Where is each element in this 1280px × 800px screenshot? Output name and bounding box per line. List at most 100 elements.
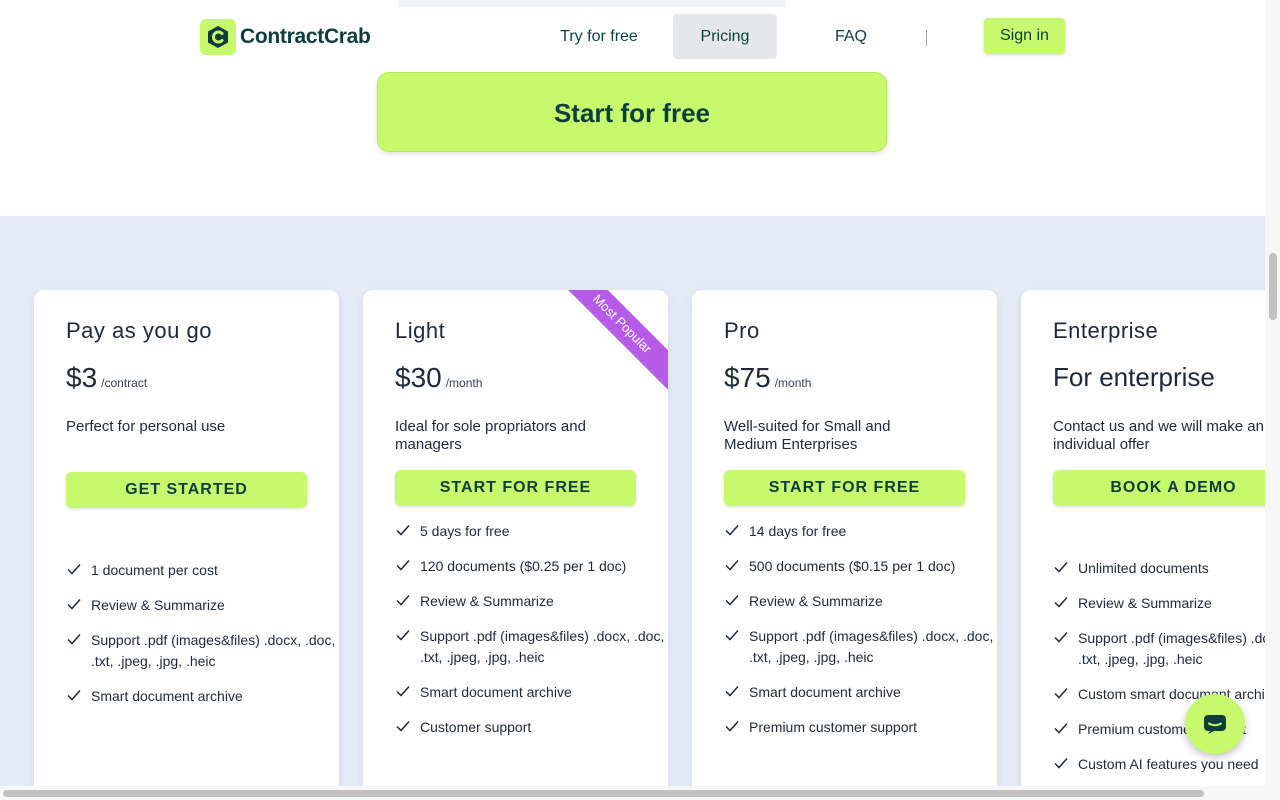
check-icon [396,595,410,606]
price-amount: For enterprise [1053,362,1215,392]
nav-try-for-free[interactable]: Try for free [549,14,649,59]
check-icon [396,630,410,641]
nav-divider [926,30,927,46]
check-icon [396,525,410,536]
list-item: Support .pdf (images&files) .docx, .doc,… [66,630,336,672]
list-item: Review & Summarize [395,591,665,612]
vertical-scrollbar[interactable] [1265,0,1280,786]
list-item: Support .pdf (images&files) .docx, .doc,… [395,626,665,668]
check-icon [1054,562,1068,573]
sign-in-button[interactable]: Sign in [984,18,1065,54]
feature-text: Customer support [420,719,532,735]
list-item: 1 document per cost [66,560,336,581]
feature-text: Review & Summarize [1078,595,1212,611]
start-for-free-light-button[interactable]: START FOR FREE [395,470,636,506]
logo-text: ContractCrab [240,25,371,48]
feature-text: Unlimited documents [1078,560,1209,576]
check-icon [725,721,739,732]
navbar: ContractCrab Try for free Pricing FAQ Si… [0,8,1265,66]
list-item: Support .pdf (images&files) .docx, .doc,… [724,626,994,668]
plan-card-pro: Pro $75 /month Well-suited for Small and… [692,290,997,800]
check-icon [396,560,410,571]
feature-text: 5 days for free [420,523,510,539]
check-icon [725,560,739,571]
price-unit: /month [774,376,812,390]
horizontal-scroll-thumb[interactable] [3,790,1204,797]
plan-price: $75 /month [724,362,811,394]
list-item: 120 documents ($0.25 per 1 doc) [395,556,665,577]
check-icon [725,686,739,697]
plan-features: 1 document per cost Review & Summarize S… [66,560,336,721]
feature-text: Review & Summarize [91,597,225,613]
list-item: Support .pdf (images&files) .docx, .doc,… [1053,628,1265,670]
check-icon [67,564,81,575]
check-icon [67,599,81,610]
start-for-free-button[interactable]: Start for free [377,72,887,152]
plan-card-light: Most Popular Light $30 /month Ideal for … [363,290,668,800]
top-pill [398,0,786,7]
book-a-demo-button[interactable]: BOOK A DEMO [1053,470,1265,506]
price-amount: $3 [66,362,98,393]
check-icon [1054,688,1068,699]
price-unit: /month [445,376,483,390]
plan-description: Contact us and we will make an individua… [1053,418,1264,453]
start-for-free-pro-button[interactable]: START FOR FREE [724,470,965,506]
feature-text: Support .pdf (images&files) .docx, .doc,… [749,628,994,665]
feature-text: 1 document per cost [91,562,218,578]
list-item: Review & Summarize [724,591,994,612]
plan-features: 5 days for free 120 documents ($0.25 per… [395,521,665,752]
check-icon [1054,597,1068,608]
get-started-button[interactable]: GET STARTED [66,472,307,508]
feature-text: Custom AI features you need [1078,756,1259,772]
plan-description: Ideal for sole propriators and managers [395,418,586,453]
plan-features: 14 days for free 500 documents ($0.15 pe… [724,521,994,752]
plan-price: For enterprise [1053,362,1215,393]
check-icon [1054,723,1068,734]
feature-text: Smart document archive [91,688,243,704]
list-item: Unlimited documents [1053,558,1265,579]
plan-price: $30 /month [395,362,482,394]
feature-text: 500 documents ($0.15 per 1 doc) [749,558,956,574]
feature-text: Support .pdf (images&files) .docx, .doc,… [1078,630,1265,667]
check-icon [396,721,410,732]
chat-button[interactable] [1185,694,1245,754]
feature-text: Custom smart document archive [1078,686,1265,702]
plan-description: Perfect for personal use [66,418,226,435]
plan-name: Pro [724,318,760,343]
plan-name: Enterprise [1053,318,1159,343]
feature-text: 120 documents ($0.25 per 1 doc) [420,558,627,574]
most-popular-ribbon: Most Popular [548,290,668,398]
feature-text: 14 days for free [749,523,847,539]
check-icon [725,595,739,606]
logo-mark-icon [200,19,236,55]
list-item: 500 documents ($0.15 per 1 doc) [724,556,994,577]
list-item: 14 days for free [724,521,994,542]
list-item: Smart document archive [66,686,336,707]
feature-text: Smart document archive [749,684,901,700]
price-amount: $30 [395,362,442,393]
check-icon [67,690,81,701]
check-icon [725,630,739,641]
feature-text: Support .pdf (images&files) .docx, .doc,… [91,632,336,669]
list-item: Smart document archive [395,682,665,703]
feature-text: Premium customer support [749,719,918,735]
horizontal-scrollbar[interactable] [0,786,1280,800]
check-icon [67,634,81,645]
list-item: Premium customer support [724,717,994,738]
plan-price: $3 /contract [66,362,147,394]
nav-pricing[interactable]: Pricing [673,14,777,59]
plan-description: Well-suited for Small and Medium Enterpr… [724,418,891,453]
chat-icon [1204,715,1226,734]
list-item: Smart document archive [724,682,994,703]
plan-card-pay-as-you-go: Pay as you go $3 /contract Perfect for p… [34,290,339,800]
price-unit: /contract [101,376,148,390]
vertical-scroll-thumb[interactable] [1269,253,1277,320]
logo[interactable]: ContractCrab [200,19,371,55]
nav-faq[interactable]: FAQ [815,14,887,59]
check-icon [396,686,410,697]
list-item: Custom AI features you need [1053,754,1265,775]
plan-features: Unlimited documents Review & Summarize S… [1053,558,1265,789]
list-item: 5 days for free [395,521,665,542]
feature-text: Smart document archive [420,684,572,700]
list-item: Review & Summarize [1053,593,1265,614]
